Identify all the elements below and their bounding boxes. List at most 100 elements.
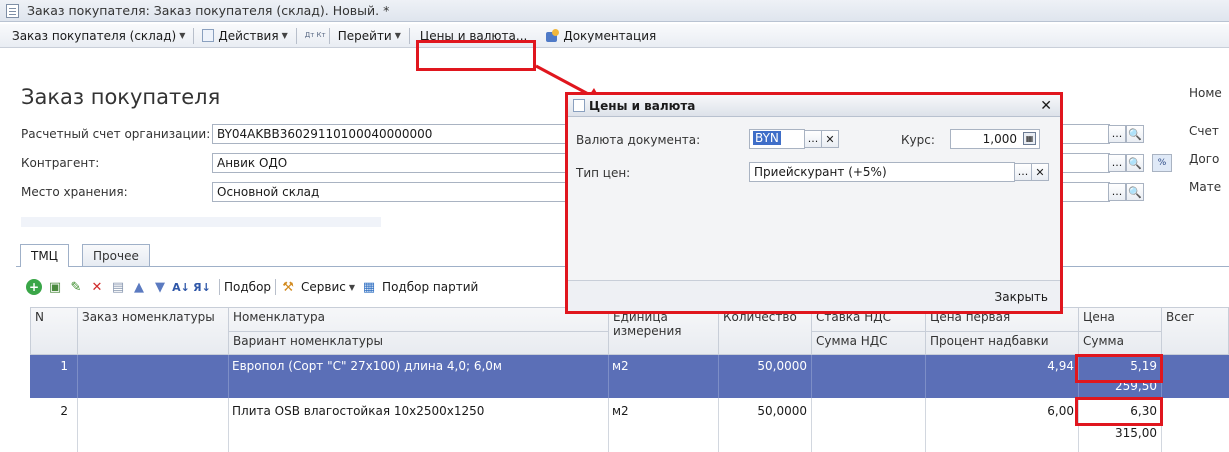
window-title-bar: Заказ покупателя: Заказ покупателя (скла… — [0, 0, 1229, 22]
grid-divider — [77, 355, 78, 398]
batch-selection-button[interactable]: Подбор партий — [382, 280, 478, 294]
row-qty: 50,0000 — [757, 404, 807, 418]
dt-kt-icon: Дт Кт — [304, 31, 326, 39]
material-label: Мате — [1189, 180, 1222, 194]
goto-label: Перейти — [337, 28, 392, 43]
row-unit: м2 — [612, 359, 629, 373]
tab-other-label: Прочее — [93, 249, 139, 263]
documentation-button[interactable]: Документация — [541, 28, 660, 43]
col-n[interactable]: N — [31, 308, 78, 355]
number-field-end[interactable] — [1060, 124, 1110, 144]
toolbar-divider — [295, 27, 297, 44]
row-nom: Плита OSB влагостойкая 10х2500х1250 — [232, 404, 485, 418]
delete-icon[interactable]: ✕ — [89, 279, 105, 295]
row-first-price: 6,00 — [1047, 404, 1074, 418]
tab-tmc-label: ТМЦ — [31, 249, 58, 263]
row-sum: 315,00 — [1115, 426, 1157, 440]
grid-divider — [77, 398, 78, 452]
account-select-button[interactable]: ... — [1108, 125, 1126, 143]
callout-prices-button — [416, 40, 536, 71]
hint-text — [21, 217, 381, 227]
contract-label: Дого — [1189, 152, 1220, 166]
account-field[interactable]: BY04AKBB36029110100040000000 — [212, 124, 572, 144]
goto-menu[interactable]: Перейти ▼ — [334, 29, 405, 43]
doc-type-menu[interactable]: Заказ покупателя (склад) ▼ — [8, 29, 189, 43]
col-nom-variant[interactable]: Вариант номенклатуры — [229, 331, 609, 355]
row-number: 2 — [60, 404, 68, 418]
edit-icon[interactable]: ✎ — [68, 279, 84, 295]
col-vat-sum[interactable]: Сумма НДС — [812, 331, 926, 355]
contractor-field-end[interactable] — [1060, 153, 1110, 173]
toolbar-divider — [219, 279, 220, 295]
toolbar-divider — [408, 27, 410, 44]
doc-type-label: Заказ покупателя (склад) — [12, 28, 177, 43]
chevron-down-icon: ▼ — [281, 31, 288, 40]
chevron-down-icon: ▼ — [348, 282, 356, 292]
percent-icon[interactable]: % — [1152, 154, 1172, 172]
documentation-icon — [545, 28, 560, 43]
document-icon — [202, 29, 215, 42]
table-row[interactable]: 2 Плита OSB влагостойкая 10х2500х1250 м2… — [30, 398, 1229, 452]
tab-other[interactable]: Прочее — [82, 244, 150, 266]
documentation-label: Документация — [563, 28, 657, 43]
row-unit: м2 — [612, 404, 629, 418]
account-open-icon[interactable]: 🔍 — [1126, 125, 1144, 143]
chevron-down-icon: ▼ — [179, 31, 186, 40]
actions-label: Действия — [218, 28, 279, 43]
row-nom: Европол (Сорт "С" 27х100) длина 4,0; 6,0… — [232, 359, 502, 373]
number-label: Номе — [1189, 86, 1222, 100]
copy-icon[interactable]: ▣ — [47, 279, 63, 295]
col-markup[interactable]: Процент надбавки — [926, 331, 1079, 355]
document-icon — [6, 3, 19, 18]
contractor-field[interactable]: Анвик ОДО — [212, 153, 572, 173]
col-unit[interactable]: Единица измерения — [609, 308, 719, 355]
callout-price-row1 — [1075, 354, 1163, 383]
grid-header: N Заказ номенклатуры Номенклатура Вариан… — [30, 307, 1229, 355]
add-icon[interactable]: + — [26, 279, 42, 295]
selection-button[interactable]: Подбор — [224, 280, 271, 294]
contractor-open-icon[interactable]: 🔍 — [1126, 154, 1144, 172]
save-icon[interactable]: ▤ — [110, 279, 126, 295]
move-up-icon[interactable]: ▲ — [131, 279, 147, 295]
service-icon: ⚒ — [282, 279, 294, 295]
col-sum[interactable]: Сумма — [1079, 331, 1162, 355]
callout-price-row2 — [1075, 397, 1163, 426]
row-first-price: 4,94 — [1047, 359, 1074, 373]
storage-label: Место хранения: — [21, 185, 128, 199]
contractor-select-button[interactable]: ... — [1108, 154, 1126, 172]
callout-dialog — [565, 92, 1063, 314]
form-title: Заказ покупателя — [21, 85, 221, 109]
window-title: Заказ покупателя: Заказ покупателя (скла… — [27, 3, 390, 18]
col-total[interactable]: Всег — [1162, 308, 1229, 355]
contractor-label: Контрагент: — [21, 156, 100, 170]
sort-asc-icon[interactable]: A↓ — [172, 279, 190, 295]
col-price[interactable]: Цена — [1079, 308, 1162, 331]
storage-field[interactable]: Основной склад — [212, 182, 572, 202]
storage-select-button[interactable]: ... — [1108, 183, 1126, 201]
col-qty[interactable]: Количество — [719, 308, 812, 355]
account-right-label: Счет — [1189, 124, 1219, 138]
table-row[interactable]: 1 Европол (Сорт "С" 27х100) длина 4,0; 6… — [30, 355, 1229, 398]
storage-field-end[interactable] — [1060, 182, 1110, 202]
sort-desc-icon[interactable]: Я↓ — [193, 279, 211, 295]
row-number: 1 — [60, 359, 68, 373]
col-nom[interactable]: Номенклатура — [229, 308, 609, 331]
account-label: Расчетный счет организации: — [21, 127, 211, 141]
actions-menu[interactable]: Действия ▼ — [198, 29, 291, 43]
main-toolbar: Заказ покупателя (склад) ▼ Действия ▼ Дт К… — [0, 24, 1229, 48]
storage-open-icon[interactable]: 🔍 — [1126, 183, 1144, 201]
toolbar-divider — [193, 27, 195, 44]
grid-divider — [811, 398, 812, 452]
table-toolbar: + ▣ ✎ ✕ ▤ ▲ ▼ A↓ Я↓ Подбор ⚒ Сервис ▼ ▦ П… — [26, 276, 478, 298]
toolbar-divider — [275, 279, 277, 295]
dtkt-button[interactable]: Дт Кт — [301, 31, 326, 39]
batch-icon: ▦ — [362, 279, 376, 295]
row-qty: 50,0000 — [757, 359, 807, 373]
service-menu[interactable]: Сервис — [301, 280, 346, 294]
toolbar-divider — [328, 27, 330, 44]
move-down-icon[interactable]: ▼ — [152, 279, 168, 295]
col-order-nom[interactable]: Заказ номенклатуры — [78, 308, 229, 355]
tab-tmc[interactable]: ТМЦ — [20, 244, 69, 267]
grid-divider — [811, 355, 812, 398]
chevron-down-icon: ▼ — [394, 31, 401, 40]
